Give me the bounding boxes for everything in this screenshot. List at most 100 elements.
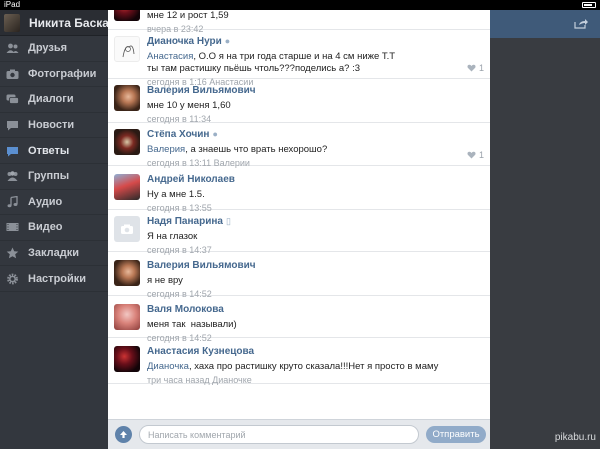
comment-row[interactable]: Андрей Николаев Ну а мне 1.5. сегодня в 13… (108, 166, 490, 213)
comment-author-name[interactable]: Дианочка Нури (147, 36, 222, 47)
reply-to-link[interactable]: Валерия (147, 144, 185, 155)
arrow-up-icon (120, 431, 127, 438)
status-bar: iPad (0, 0, 600, 10)
battery-icon (582, 2, 596, 8)
sidebar-item-label: Группы (28, 170, 70, 183)
sidebar-item-label: Диалоги (28, 93, 74, 106)
comment-author[interactable]: Анастасия Кузнецова (147, 345, 484, 358)
sidebar-item-label: Видео (28, 221, 63, 234)
comment-input-bar: Отправить (108, 419, 490, 449)
sidebar-item-friends[interactable]: Друзья (0, 36, 108, 62)
avatar[interactable] (114, 174, 140, 200)
camera-placeholder-icon[interactable] (114, 216, 140, 242)
like-button[interactable]: 1 (467, 150, 484, 160)
sidebar-item-settings[interactable]: Настройки (0, 266, 108, 292)
avatar[interactable] (114, 129, 140, 155)
like-count: 1 (478, 63, 484, 73)
attach-button[interactable] (115, 426, 132, 443)
sidebar-item-bookmarks[interactable]: Закладки (0, 241, 108, 267)
sidebar-menu: Никита Баскако Друзья Фотографии Диалоги Но… (0, 10, 122, 449)
comment-author[interactable]: Дианочка Нури ● (147, 35, 484, 48)
friends-icon (5, 42, 19, 54)
comment-author[interactable]: Валя Молокова (147, 303, 484, 316)
comment-author[interactable]: Валерия Вильямович (147, 84, 484, 97)
comment-text: Ну а мне 1.5. (147, 189, 484, 201)
groups-icon (5, 170, 19, 182)
sidebar-item-dialogs[interactable]: Диалоги (0, 87, 108, 113)
comment-row[interactable]: Валя Молокова меня так называли) сегодня в… (108, 296, 490, 343)
comment-row[interactable]: Дианочка Нури ● Анастасия, О.О я на три го… (108, 30, 490, 87)
comment-author[interactable]: Валерия Вильямович (147, 259, 484, 272)
audio-icon (5, 195, 19, 208)
comment-text-content: я не вру (147, 275, 183, 286)
avatar[interactable] (114, 304, 140, 330)
comment-author[interactable]: Андрей Николаев (147, 173, 484, 186)
share-icon[interactable] (574, 19, 588, 29)
like-button[interactable]: 1 (467, 63, 484, 73)
avatar[interactable] (114, 85, 140, 111)
sidebar-item-label: Фотографии (28, 67, 97, 80)
comment-text-content: Ну а мне 1.5. (147, 189, 205, 200)
comment-body: Анастасия Кузнецова Дианочка, хаха про ра… (147, 345, 484, 386)
comment-author-name[interactable]: Стёпа Хочин (147, 129, 209, 140)
comment-author[interactable]: Стёпа Хочин ● (147, 128, 484, 141)
mobile-online-icon: ▯ (225, 216, 231, 226)
sidebar-profile[interactable]: Никита Баскако (0, 10, 122, 36)
comment-author[interactable]: Надя Панарина ▯ (147, 215, 484, 228)
comment-author-name[interactable]: Анастасия Кузнецова (147, 346, 254, 357)
sidebar-item-answers[interactable]: Ответы (0, 138, 108, 164)
comment-body: Валерия Вильямович я не вру сегодня в 14:5… (147, 259, 484, 300)
camera-icon (5, 68, 19, 80)
like-count: 1 (478, 150, 484, 160)
dimmed-nav-bar (490, 10, 600, 38)
comments-list: Анастасия Кузнецовамне 12 и рост 1,59вче… (108, 0, 490, 386)
comment-row[interactable]: Валерия Вильямович я не вру сегодня в 14:5… (108, 252, 490, 299)
sidebar-item-news[interactable]: Новости (0, 113, 108, 139)
answers-icon (5, 145, 19, 157)
sidebar-item-label: Аудио (28, 195, 63, 208)
sidebar-item-label: Закладки (28, 247, 80, 260)
avatar[interactable] (114, 346, 140, 372)
comment-text: меня так называли) (147, 319, 484, 331)
comment-input[interactable] (139, 425, 419, 444)
avatar[interactable] (114, 260, 140, 286)
dialogs-icon (5, 93, 19, 105)
comment-text: мне 12 и рост 1,59 (147, 10, 484, 22)
avatar[interactable] (114, 36, 140, 62)
comment-timestamp[interactable]: три часа назад Дианочке (147, 374, 484, 386)
comment-text: Я на глазок (147, 231, 484, 243)
comment-text-content: меня так называли) (147, 319, 237, 330)
avatar (4, 13, 20, 32)
comment-author-name[interactable]: Надя Панарина (147, 216, 223, 227)
sidebar-item-audio[interactable]: Аудио (0, 190, 108, 216)
sidebar-item-label: Ответы (28, 144, 70, 157)
comment-text: мне 10 у меня 1,60 (147, 100, 484, 112)
comment-author-name[interactable]: Валерия Вильямович (147, 260, 256, 271)
sidebar-item-groups[interactable]: Группы (0, 164, 108, 190)
reply-to-link[interactable]: Дианочка (147, 361, 189, 372)
comment-text: Анастасия, О.О я на три года старше и на… (147, 51, 484, 75)
comment-row[interactable]: Анастасия Кузнецова Дианочка, хаха про ра… (108, 338, 490, 386)
reply-to-link[interactable]: Анастасия (147, 51, 193, 62)
send-button[interactable]: Отправить (426, 426, 486, 443)
comment-body: Валерия Вильямович мне 10 у меня 1,60 сего… (147, 84, 484, 125)
comment-author-name[interactable]: Валерия Вильямович (147, 85, 256, 96)
heart-icon (467, 64, 476, 72)
sidebar-item-video[interactable]: Видео (0, 215, 108, 241)
comment-text: я не вру (147, 275, 484, 287)
comment-row[interactable]: Надя Панарина ▯ Я на глазок сегодня в 14:37 (108, 210, 490, 255)
comment-text-content: мне 10 у меня 1,60 (147, 100, 231, 111)
comment-row[interactable]: Валерия Вильямович мне 10 у меня 1,60 сего… (108, 79, 490, 125)
sidebar-item-camera[interactable]: Фотографии (0, 62, 108, 88)
video-icon (5, 221, 19, 233)
comment-text-content: , хаха про растишку круто сказала!!!Нет … (188, 361, 439, 372)
online-indicator-icon: ● (224, 36, 231, 46)
news-icon (5, 119, 19, 131)
comment-body: Андрей Николаев Ну а мне 1.5. сегодня в 13… (147, 173, 484, 214)
sidebar-item-label: Настройки (28, 272, 87, 285)
comment-author-name[interactable]: Валя Молокова (147, 304, 224, 315)
comment-row[interactable]: Стёпа Хочин ● Валерия, а знаешь что врать … (108, 123, 490, 168)
carrier-label: iPad (4, 0, 21, 9)
comment-body: Надя Панарина ▯ Я на глазок сегодня в 14:37 (147, 215, 484, 256)
comment-author-name[interactable]: Андрей Николаев (147, 174, 235, 185)
